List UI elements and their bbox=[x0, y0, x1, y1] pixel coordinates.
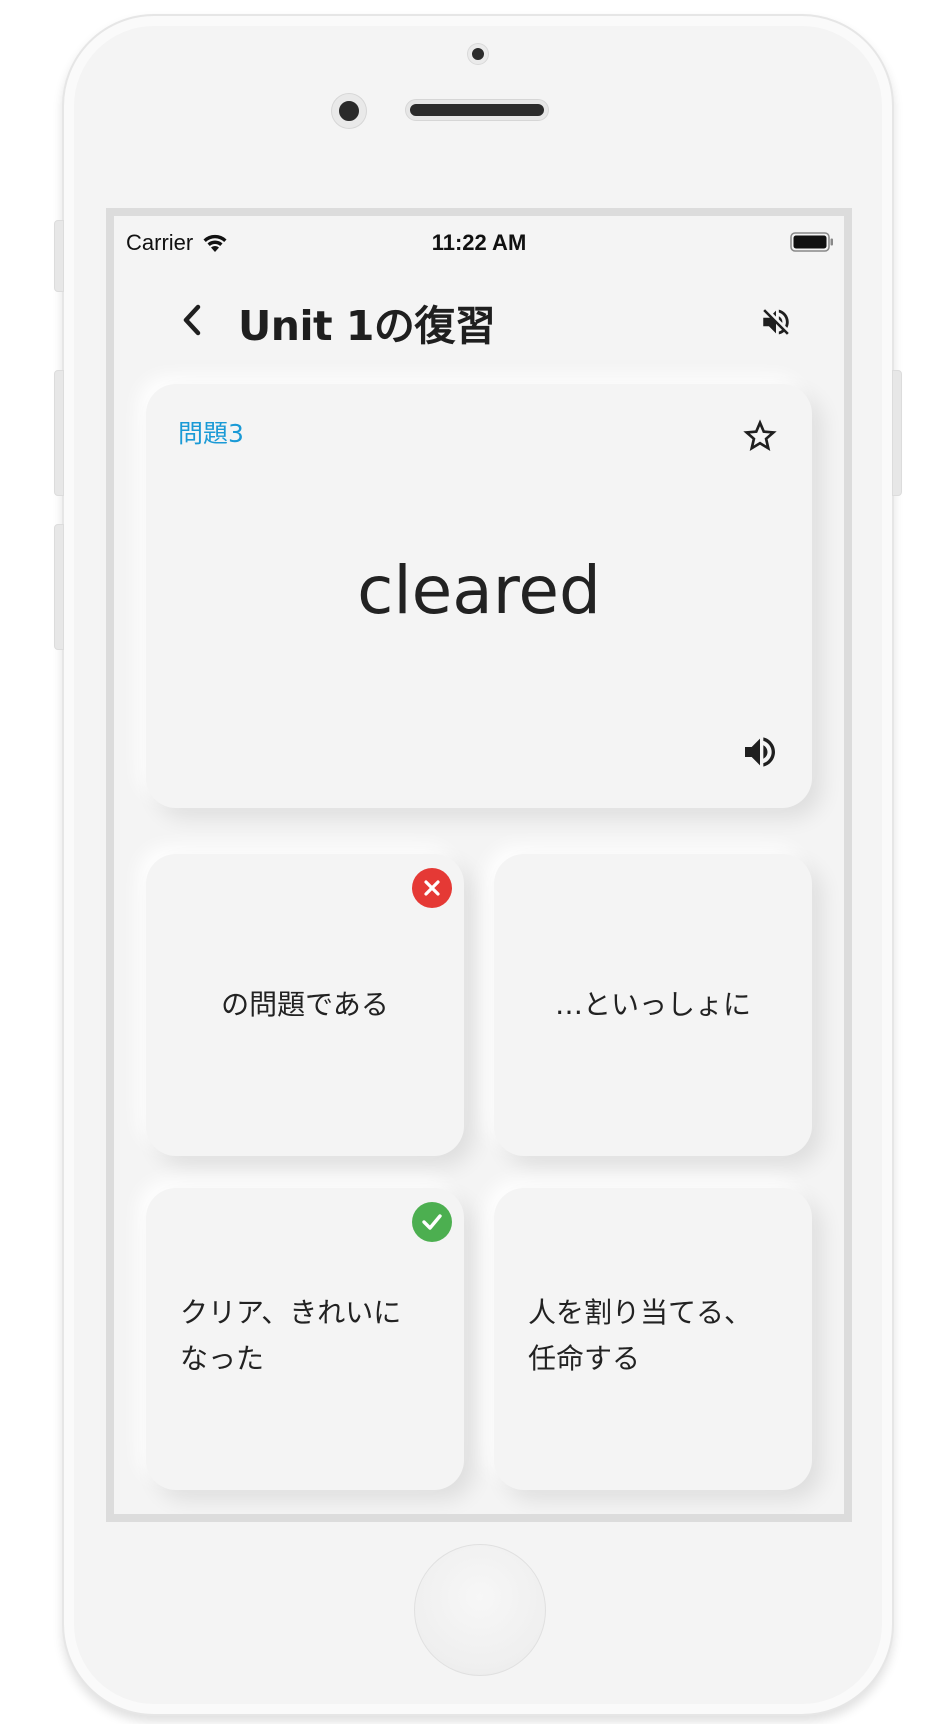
status-bar: Carrier 11:22 AM bbox=[114, 216, 844, 260]
mute-switch bbox=[54, 220, 64, 292]
answer-text: …といっしょに bbox=[554, 988, 751, 1021]
status-time: 11:22 AM bbox=[431, 230, 527, 255]
mute-toggle-button[interactable] bbox=[756, 302, 796, 342]
question-card: 問題3 cleared bbox=[146, 384, 812, 808]
front-camera bbox=[332, 94, 366, 128]
power-hardware-button bbox=[892, 370, 902, 496]
question-number: 問題3 bbox=[178, 419, 244, 448]
answer-option-4[interactable]: 人を割り当てる、 任命する bbox=[494, 1188, 812, 1490]
navigation-bar: Unit 1の復習 bbox=[114, 278, 844, 358]
favorite-button[interactable] bbox=[738, 414, 782, 458]
earpiece-speaker bbox=[406, 100, 548, 120]
answer-option-2[interactable]: …といっしょに bbox=[494, 854, 812, 1156]
answer-option-1[interactable]: の問題である bbox=[146, 854, 464, 1156]
page-title: Unit 1の復習 bbox=[238, 302, 496, 350]
answer-text: クリア、きれいに なった bbox=[180, 1296, 402, 1375]
answer-option-3[interactable]: クリア、きれいに なった bbox=[146, 1188, 464, 1490]
check-circle-icon bbox=[422, 1214, 442, 1230]
question-word: cleared bbox=[357, 552, 601, 629]
volume-up-hardware-button bbox=[54, 370, 64, 496]
play-audio-button[interactable] bbox=[738, 730, 782, 774]
star-outline-icon bbox=[743, 419, 777, 451]
chevron-left-icon bbox=[183, 304, 201, 336]
answer-text: の問題である bbox=[221, 988, 389, 1021]
volume-down-hardware-button bbox=[54, 524, 64, 650]
answer-text: 人を割り当てる、 任命する bbox=[528, 1296, 753, 1375]
back-button[interactable] bbox=[174, 300, 210, 340]
battery-full-icon bbox=[790, 232, 833, 252]
home-button[interactable] bbox=[414, 1544, 546, 1676]
volume-up-icon bbox=[745, 737, 775, 767]
volume-off-icon bbox=[763, 309, 789, 335]
app-screen: Carrier 11:22 AM Unit 1の復習 問題3 cleared の… bbox=[106, 208, 852, 1522]
proximity-sensor bbox=[468, 44, 488, 64]
correct-answer-badge bbox=[412, 1202, 452, 1242]
